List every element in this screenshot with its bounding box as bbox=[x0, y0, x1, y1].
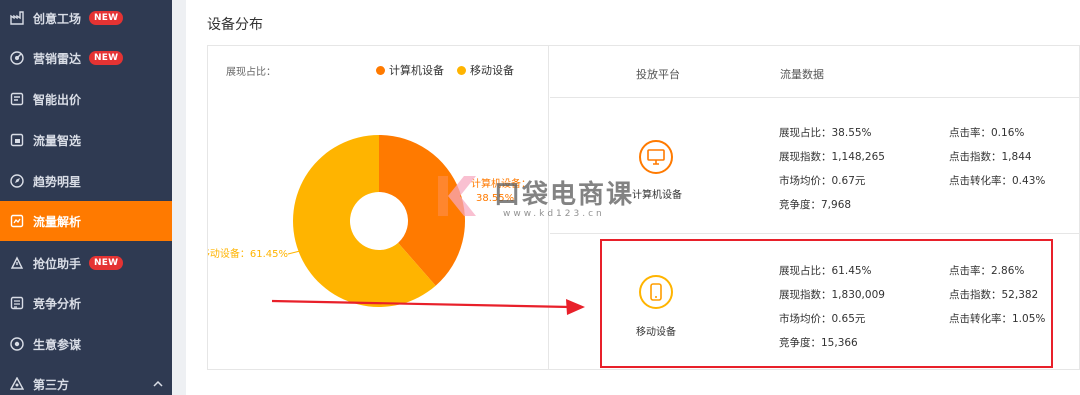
sidebar-item-traffic-select[interactable]: 流量智选 bbox=[0, 120, 172, 160]
header-platform: 投放平台 bbox=[636, 68, 680, 81]
chevron-up-icon[interactable] bbox=[152, 378, 164, 390]
new-badge: NEW bbox=[89, 11, 124, 25]
sidebar-item-smart-bid[interactable]: 智能出价 bbox=[0, 79, 172, 119]
stat-clicks: 点击指数：1,844 bbox=[949, 151, 1032, 163]
stat-ctr: 点击率：0.16% bbox=[949, 127, 1025, 139]
sidebar-item-label: 流量解析 bbox=[33, 214, 82, 229]
watermark-url: www.kd123.cn bbox=[503, 209, 605, 219]
sidebar-item-label: 智能出价 bbox=[33, 92, 82, 107]
sidebar-item-creative-factory[interactable]: 创意工场 NEW bbox=[0, 0, 172, 38]
traffic-select-icon bbox=[10, 133, 24, 147]
competition-icon bbox=[10, 296, 24, 310]
advisor-icon bbox=[10, 337, 24, 351]
bid-helper-icon bbox=[10, 256, 24, 270]
sidebar: 创意工场 NEW 营销雷达 NEW 智能出价 流量智选 趋势明星 流量解析 抢位… bbox=[0, 0, 172, 395]
bid-icon bbox=[10, 92, 24, 106]
analysis-icon bbox=[10, 214, 24, 228]
data-label-mobile: 移动设备：61.45% bbox=[208, 247, 288, 260]
stat-share: 展现占比：38.55% bbox=[779, 127, 872, 139]
sidebar-item-marketing-radar[interactable]: 营销雷达 NEW bbox=[0, 38, 172, 78]
sidebar-item-label: 生意参谋 bbox=[33, 337, 82, 352]
highlight-box bbox=[600, 239, 1053, 368]
section-title: 设备分布 bbox=[207, 17, 263, 33]
content-gutter bbox=[172, 0, 186, 395]
sidebar-item-label: 抢位助手 bbox=[33, 256, 82, 271]
new-badge: NEW bbox=[89, 51, 124, 65]
sidebar-item-competition[interactable]: 竞争分析 bbox=[0, 283, 172, 323]
sidebar-item-third-party[interactable]: 第三方 bbox=[0, 364, 172, 395]
stat-cvr: 点击转化率：0.43% bbox=[949, 175, 1046, 187]
stat-impressions: 展现指数：1,148,265 bbox=[779, 151, 885, 163]
watermark-brand: 口袋电商课 bbox=[494, 180, 635, 210]
header-traffic-data: 流量数据 bbox=[780, 68, 824, 81]
sidebar-item-trend-star[interactable]: 趋势明星 bbox=[0, 161, 172, 201]
sidebar-item-label: 创意工场 bbox=[33, 11, 82, 26]
compass-icon bbox=[10, 174, 24, 188]
sidebar-item-label: 流量智选 bbox=[33, 133, 82, 148]
sidebar-item-business-advisor[interactable]: 生意参谋 bbox=[0, 324, 172, 364]
sidebar-item-label: 第三方 bbox=[33, 377, 70, 392]
radar-icon bbox=[10, 51, 24, 65]
page-root: 创意工场 NEW 营销雷达 NEW 智能出价 流量智选 趋势明星 流量解析 抢位… bbox=[0, 0, 1080, 395]
factory-icon bbox=[10, 11, 24, 25]
sidebar-item-label: 营销雷达 bbox=[33, 51, 82, 66]
stat-competition: 竞争度：7,968 bbox=[779, 199, 852, 211]
stat-price: 市场均价：0.67元 bbox=[779, 175, 866, 187]
monitor-icon bbox=[639, 140, 673, 174]
sidebar-item-bid-helper[interactable]: 抢位助手 NEW bbox=[0, 243, 172, 283]
third-party-icon bbox=[10, 377, 24, 391]
sidebar-item-label: 竞争分析 bbox=[33, 296, 82, 311]
sidebar-item-label: 趋势明星 bbox=[33, 174, 82, 189]
new-badge: NEW bbox=[89, 256, 124, 270]
sidebar-item-traffic-analysis[interactable]: 流量解析 bbox=[0, 201, 172, 241]
